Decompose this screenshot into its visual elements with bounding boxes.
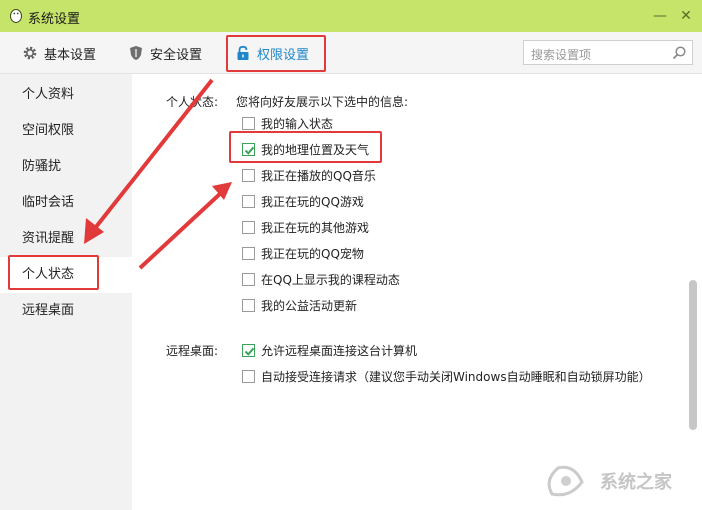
sidebar-item-anti-harassment[interactable]: 防骚扰 [0,149,132,185]
search-icon[interactable] [671,45,687,61]
option-auto-accept[interactable]: 自动接受连接请求（建议您手动关闭Windows自动睡眠和自动锁屏功能） [242,367,651,385]
tab-highlight-box [226,35,326,72]
sidebar-item-news-reminder[interactable]: 资讯提醒 [0,221,132,257]
close-button[interactable]: ✕ [674,4,698,28]
remote-desktop-label: 远程桌面: [166,344,219,358]
watermark-text: 系统之家 [600,472,672,493]
gear-icon [23,46,37,60]
option-label: 我正在播放的QQ音乐 [261,168,376,183]
option-course-activity[interactable]: 在QQ上显示我的课程动态 [242,270,400,288]
option-label: 我正在玩的其他游戏 [261,220,370,235]
window-title: 系统设置 [28,12,81,27]
option-label: 我正在玩的QQ宠物 [261,246,364,261]
option-label: 允许远程桌面连接这台计算机 [261,343,418,358]
option-qq-pet[interactable]: 我正在玩的QQ宠物 [242,244,364,262]
sidebar-item-profile[interactable]: 个人资料 [0,77,132,113]
personal-status-description: 您将向好友展示以下选中的信息: [236,95,409,109]
checkbox[interactable] [242,246,255,260]
sidebar: 个人资料 空间权限 防骚扰 临时会话 资讯提醒 个人状态 远程桌面 [0,74,132,510]
tab-label: 基本设置 [44,47,97,63]
scrollbar-thumb[interactable] [689,280,697,430]
sidebar-item-space-permission[interactable]: 空间权限 [0,113,132,149]
option-label: 我的输入状态 [261,116,334,131]
tab-basic-settings[interactable]: 基本设置 [22,32,96,74]
option-label: 我正在玩的QQ游戏 [261,194,364,209]
option-label: 在QQ上显示我的课程动态 [261,272,400,287]
sidebar-item-remote-desktop[interactable]: 远程桌面 [0,293,132,329]
penguin-icon [10,9,22,23]
option-highlight-box [229,131,382,163]
checkbox[interactable] [242,369,255,383]
personal-status-label: 个人状态: [166,95,219,109]
checkbox[interactable] [242,168,255,182]
checkbox[interactable] [242,298,255,312]
search-input[interactable]: 搜索设置项 [523,40,693,65]
option-qq-game[interactable]: 我正在玩的QQ游戏 [242,192,364,210]
option-label: 我的公益活动更新 [261,298,358,313]
sidebar-item-temp-session[interactable]: 临时会话 [0,185,132,221]
settings-content: 个人状态: 您将向好友展示以下选中的信息: 我的输入状态 我的地理位置及天气 我… [132,74,702,510]
checkbox[interactable] [242,272,255,286]
option-other-game[interactable]: 我正在玩的其他游戏 [242,218,369,236]
shield-icon [130,46,142,60]
checkbox[interactable] [242,220,255,234]
tab-label: 安全设置 [150,47,203,63]
sidebar-highlight-box [8,255,99,290]
checkbox[interactable] [242,194,255,208]
minimize-button[interactable]: — [648,4,672,28]
option-typing-status[interactable]: 我的输入状态 [242,114,333,132]
option-allow-remote[interactable]: 允许远程桌面连接这台计算机 [242,341,417,359]
check-icon [244,347,255,356]
option-charity-update[interactable]: 我的公益活动更新 [242,296,357,314]
title-bar: 系统设置 — ✕ [0,0,702,32]
checkbox[interactable] [242,116,255,130]
tab-security-settings[interactable]: 安全设置 [128,32,202,74]
option-qq-music[interactable]: 我正在播放的QQ音乐 [242,166,376,184]
checkbox-checked[interactable] [242,343,255,357]
option-label: 自动接受连接请求（建议您手动关闭Windows自动睡眠和自动锁屏功能） [261,369,651,384]
search-placeholder: 搜索设置项 [531,48,592,62]
